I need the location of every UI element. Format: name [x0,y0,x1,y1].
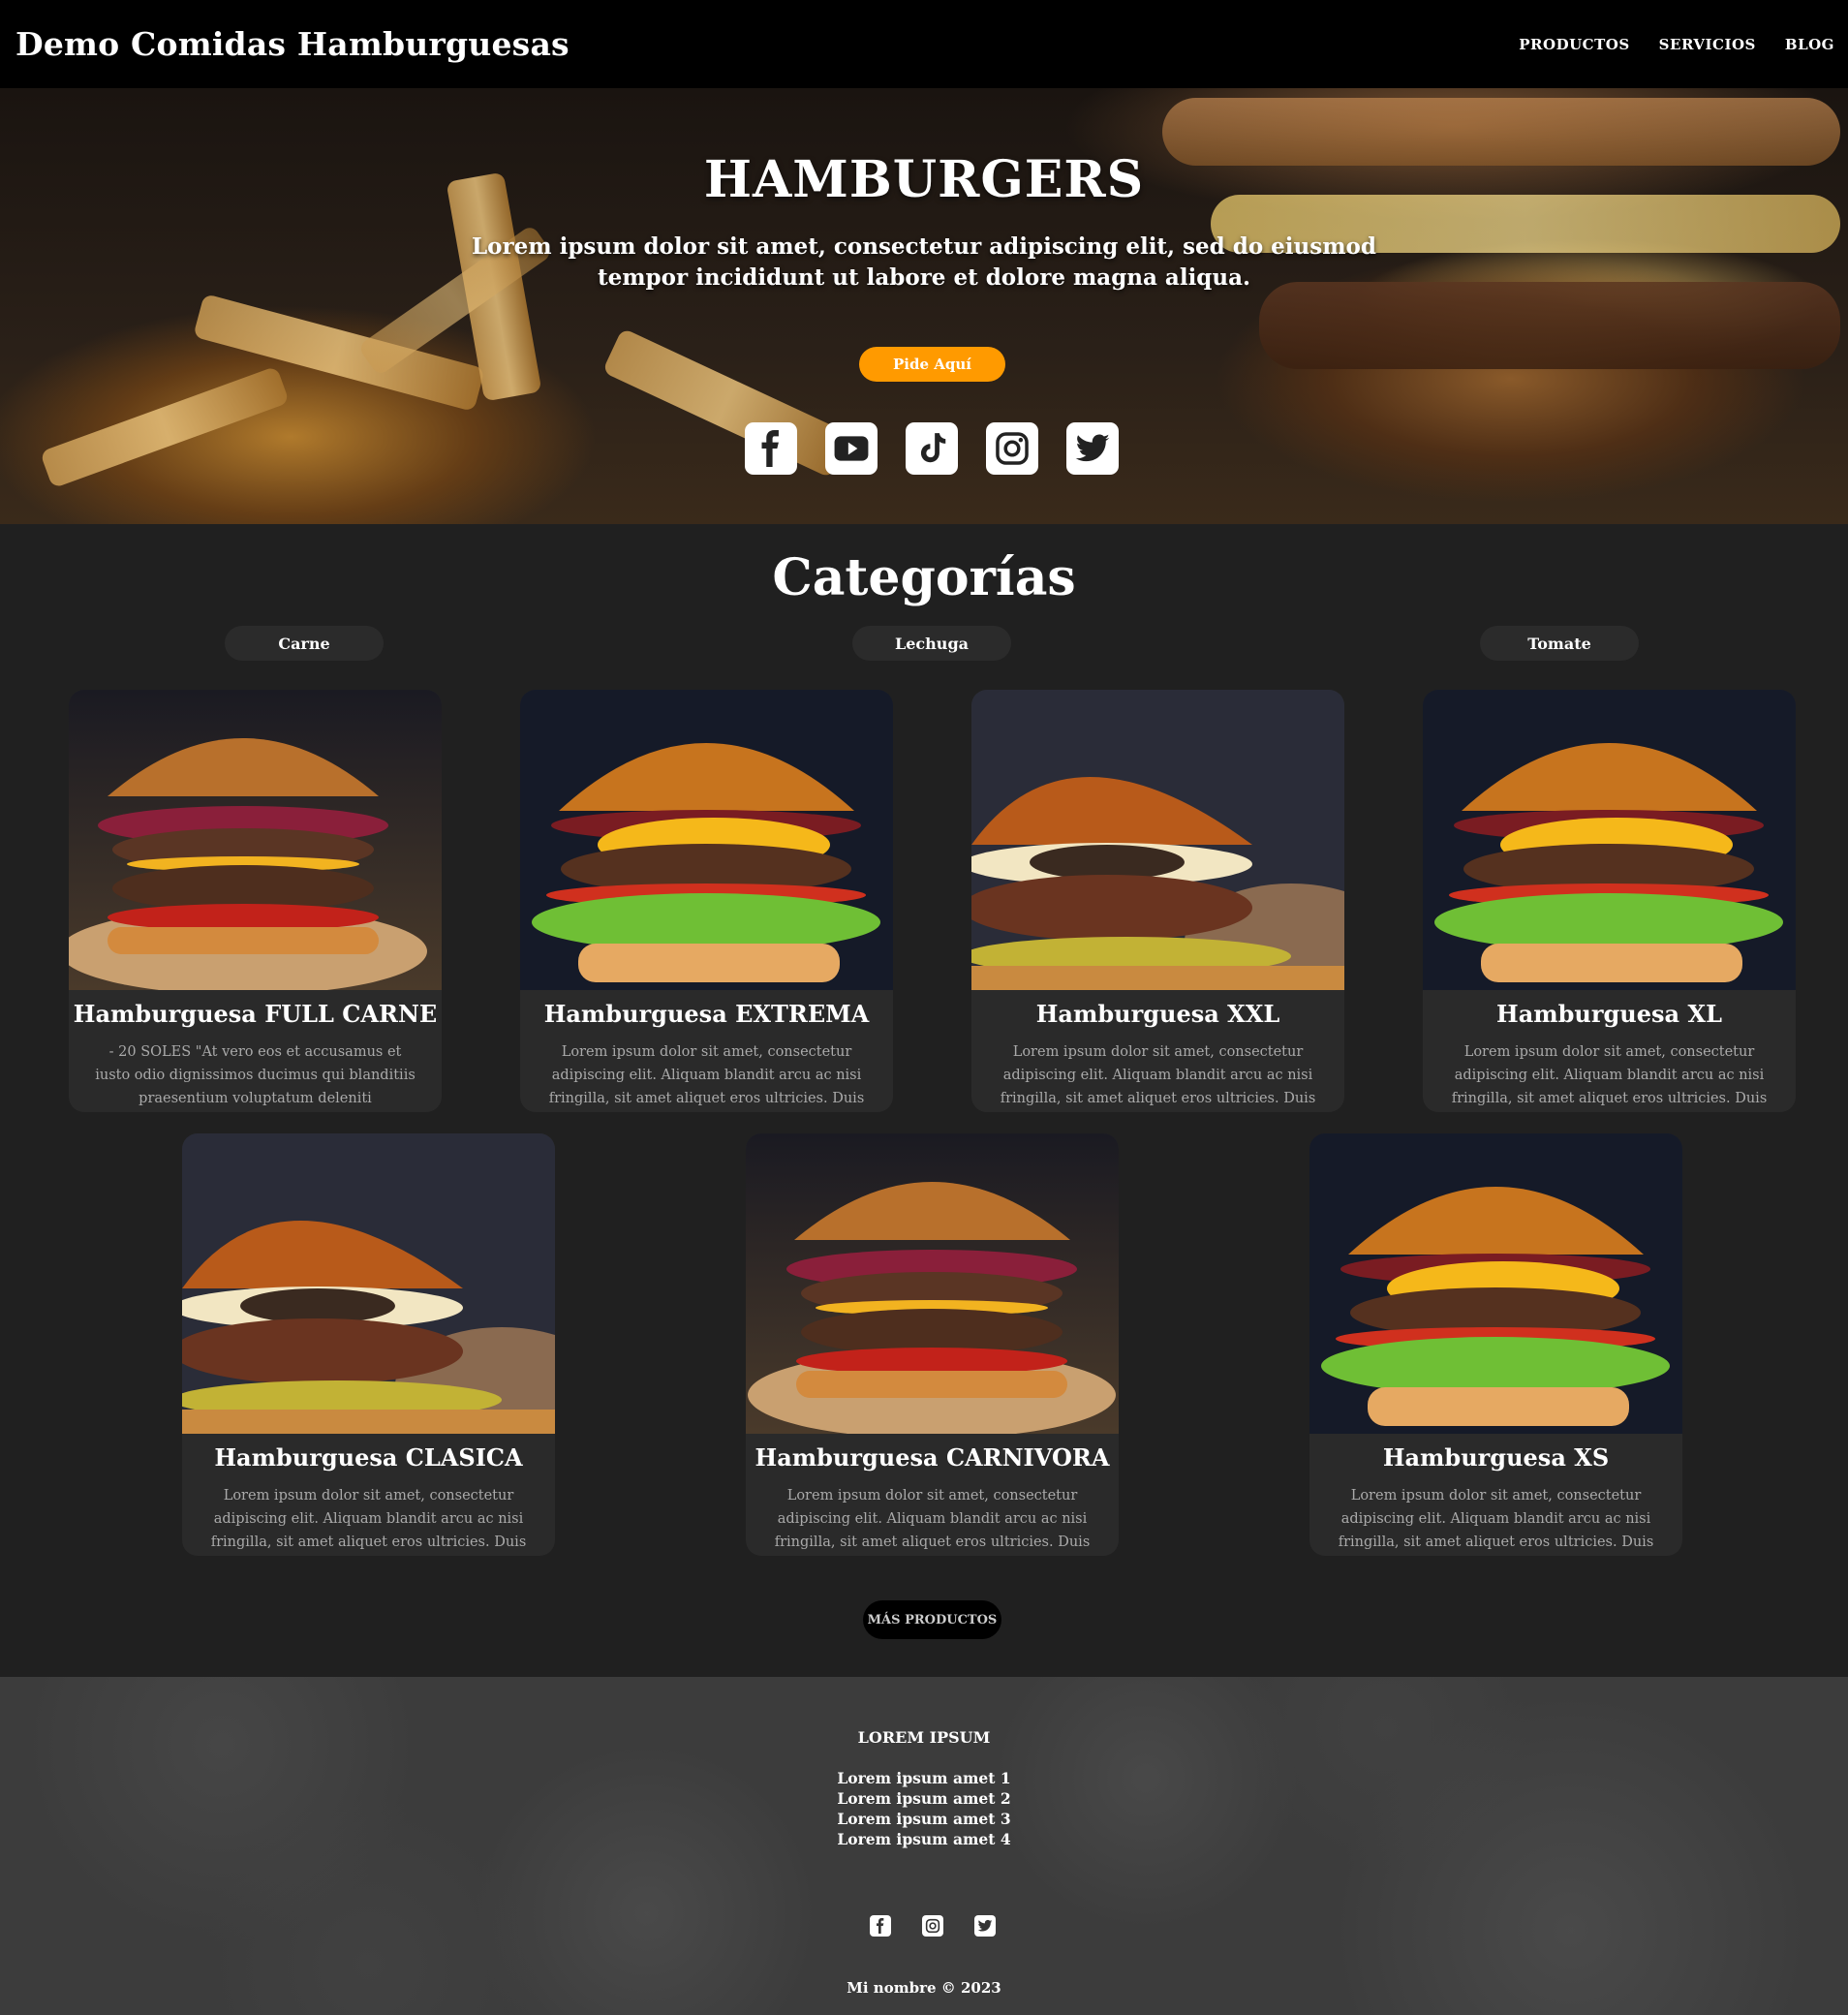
burger-image [520,690,893,990]
product-description: Lorem ipsum dolor sit amet, consectetur … [774,1488,1091,1550]
twitter-icon[interactable] [974,1915,996,1937]
product-description: Lorem ipsum dolor sit amet, consectetur … [210,1488,527,1550]
product-card[interactable]: Hamburguesa FULL CARNE - 20 SOLES "At ve… [69,690,442,1112]
product-card[interactable]: Hamburguesa XXL Lorem ipsum dolor sit am… [971,690,1344,1112]
nav-link-servicios[interactable]: SERVICIOS [1659,36,1756,53]
footer-link[interactable]: Lorem ipsum amet 3 [0,1809,1848,1829]
product-name: Hamburguesa CARNIVORA [755,1443,1110,1472]
hero-content: HAMBURGERS Lorem ipsum dolor sit amet, c… [0,88,1848,524]
twitter-icon[interactable] [1066,422,1119,475]
product-description: Lorem ipsum dolor sit amet, consectetur … [1338,1488,1654,1550]
product-card[interactable]: Hamburguesa EXTREMA Lorem ipsum dolor si… [520,690,893,1112]
product-name: Hamburguesa XL [1496,1000,1722,1028]
tiktok-icon[interactable] [906,422,958,475]
order-button[interactable]: Pide Aquí [859,347,1005,382]
youtube-icon[interactable] [825,422,878,475]
copyright-text: Mi nombre © 2023 [847,1979,1001,1997]
category-chip-lechuga[interactable]: Lechuga [852,626,1011,661]
top-navbar: Demo Comidas Hamburguesas PRODUCTOS SERV… [0,0,1848,88]
product-name: Hamburguesa XS [1382,1443,1610,1472]
hero-subtitle: Lorem ipsum dolor sit amet, consectetur … [472,233,1376,291]
main-nav: PRODUCTOS SERVICIOS BLOG [1519,36,1834,53]
hero-title: HAMBURGERS [703,150,1145,209]
footer-social-links [870,1915,996,1937]
product-card[interactable]: Hamburguesa CLASICA Lorem ipsum dolor si… [182,1133,555,1556]
facebook-icon[interactable] [745,422,797,475]
footer-link[interactable]: Lorem ipsum amet 4 [0,1829,1848,1849]
footer-link[interactable]: Lorem ipsum amet 2 [0,1788,1848,1809]
product-card[interactable]: Hamburguesa XS Lorem ipsum dolor sit ame… [1309,1133,1682,1556]
facebook-icon[interactable] [870,1915,891,1937]
burger-image [69,690,442,990]
category-chip-carne[interactable]: Carne [225,626,384,661]
site-footer: LOREM IPSUM Lorem ipsum amet 1 Lorem ips… [0,1677,1848,2015]
nav-link-productos[interactable]: PRODUCTOS [1519,36,1629,53]
footer-links: Lorem ipsum amet 1 Lorem ipsum amet 2 Lo… [0,1768,1848,1849]
footer-heading: LOREM IPSUM [857,1728,991,1747]
burger-image [746,1133,1119,1434]
instagram-icon[interactable] [922,1915,943,1937]
categories-title: Categorías [772,548,1076,607]
product-description: Lorem ipsum dolor sit amet, consectetur … [1000,1044,1316,1106]
product-name: Hamburguesa XXL [1035,1000,1280,1028]
product-description: - 20 SOLES "At vero eos et accusamus et … [95,1044,416,1106]
site-brand[interactable]: Demo Comidas Hamburguesas [15,25,570,63]
more-products-button[interactable]: MÁS PRODUCTOS [863,1600,1001,1639]
product-card[interactable]: Hamburguesa XL Lorem ipsum dolor sit ame… [1423,690,1796,1112]
nav-link-blog[interactable]: BLOG [1785,36,1834,53]
burger-image [971,690,1344,990]
burger-image [1309,1133,1682,1434]
product-name: Hamburguesa FULL CARNE [73,1000,438,1028]
product-card[interactable]: Hamburguesa CARNIVORA Lorem ipsum dolor … [746,1133,1119,1556]
instagram-icon[interactable] [986,422,1038,475]
product-name: Hamburguesa EXTREMA [543,1000,870,1028]
product-name: Hamburguesa CLASICA [214,1443,523,1472]
burger-image [182,1133,555,1434]
burger-image [1423,690,1796,990]
product-description: Lorem ipsum dolor sit amet, consectetur … [1451,1044,1768,1106]
product-description: Lorem ipsum dolor sit amet, consectetur … [548,1044,865,1106]
hero-social-links [745,422,1119,475]
category-chip-tomate[interactable]: Tomate [1480,626,1639,661]
footer-link[interactable]: Lorem ipsum amet 1 [0,1768,1848,1788]
hero-banner: HAMBURGERS Lorem ipsum dolor sit amet, c… [0,88,1848,524]
